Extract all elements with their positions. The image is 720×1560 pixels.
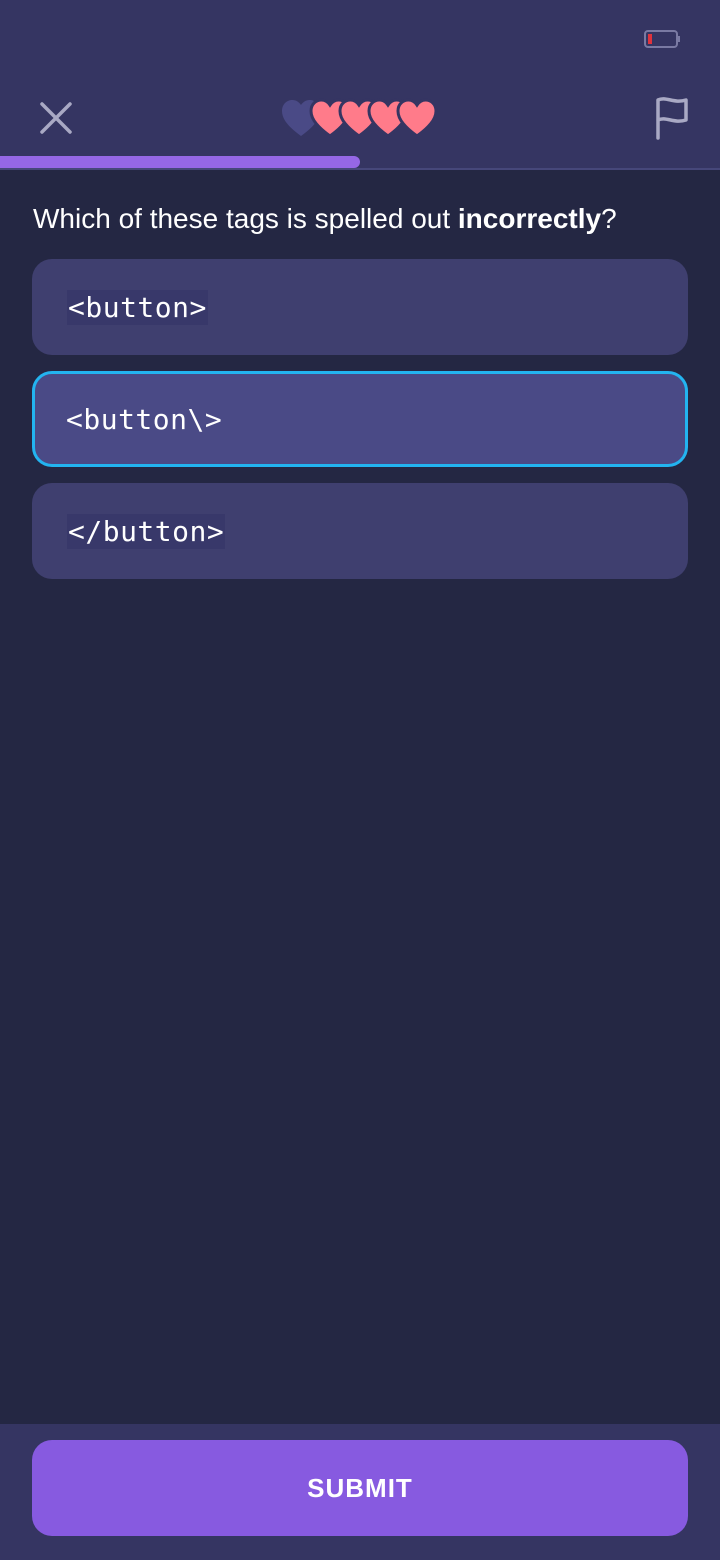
heart-full-icon: [396, 98, 438, 138]
report-flag-button[interactable]: [646, 92, 698, 144]
close-button[interactable]: [30, 92, 82, 144]
answer-option-3[interactable]: </button>: [32, 483, 688, 579]
battery-low-icon: [644, 30, 680, 48]
status-bar: [0, 0, 720, 80]
progress-bar: [0, 156, 720, 168]
answer-option-1[interactable]: <button>: [32, 259, 688, 355]
flag-icon: [656, 97, 688, 140]
answer-option-2[interactable]: <button\>: [32, 371, 688, 467]
question-text: Which of these tags is spelled out incor…: [33, 199, 693, 239]
option-code: </button>: [67, 513, 226, 549]
question-prefix: Which of these tags is spelled out: [33, 203, 458, 234]
question-emphasis: incorrectly: [457, 203, 602, 234]
hearts-lives: [280, 98, 440, 138]
top-header: [0, 0, 720, 170]
bottom-bar: SUBMIT: [0, 1424, 720, 1560]
option-code: <button>: [67, 289, 208, 325]
progress-fill: [0, 156, 360, 168]
answer-options: <button> <button\> </button>: [32, 259, 688, 595]
submit-button[interactable]: SUBMIT: [32, 1440, 688, 1536]
question-suffix: ?: [601, 203, 617, 234]
option-code: <button\>: [66, 402, 223, 436]
close-icon: [40, 102, 72, 134]
